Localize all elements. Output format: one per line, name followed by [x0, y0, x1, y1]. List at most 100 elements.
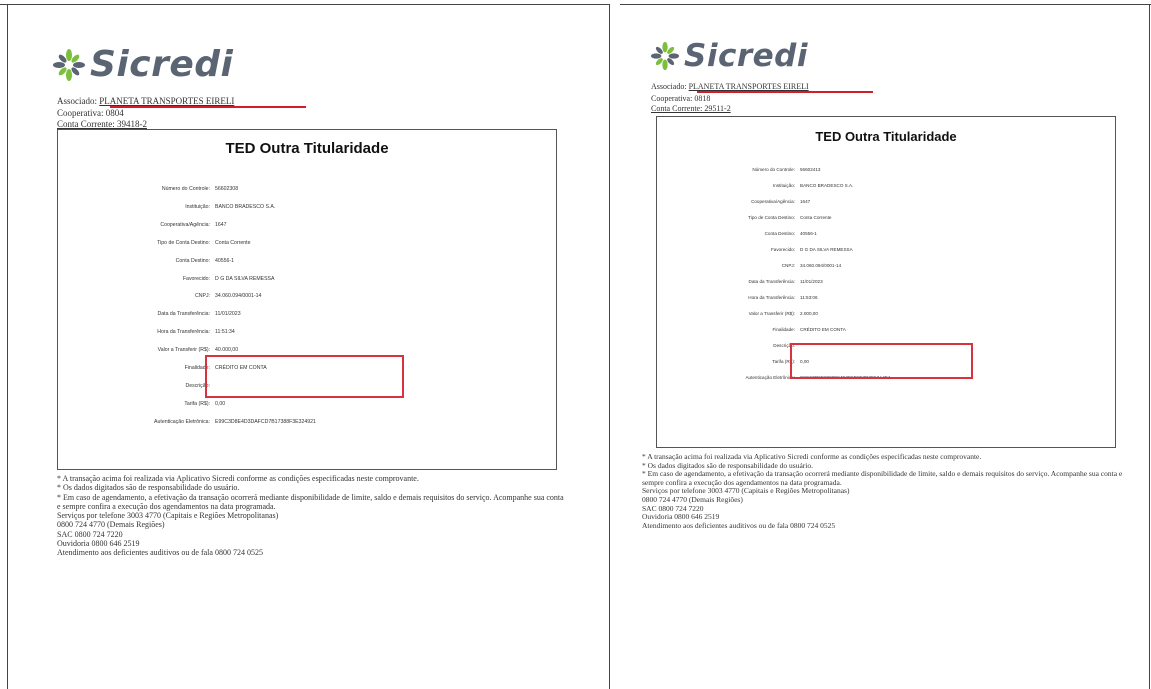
footer-line: * A transação acima foi realizada via Ap… [57, 474, 419, 483]
receipt-footer: * A transação acima foi realizada via Ap… [642, 452, 1132, 530]
receipt-row-value: CRÉDITO EM CONTA [800, 327, 846, 332]
receipt-document-1: Sicredi Associado: PLANETA TRANSPORTES E… [0, 0, 610, 689]
associado-value: PLANETA TRANSPORTES EIRELI [99, 96, 235, 106]
receipt-row-value: 1647 [800, 199, 811, 204]
receipt-row-value: 11:51:34 [215, 329, 235, 336]
receipt-row-value: BANCO BRADESCO S.A. [800, 183, 854, 188]
footer-line: * Em caso de agendamento, a efetivação d… [57, 492, 564, 511]
receipt-row-label: Favorecido: [182, 275, 210, 282]
receipt-row-value: 11:53:06 [800, 295, 818, 300]
receipt-row-value: 1647 [215, 221, 227, 228]
receipt-row: Favorecido: D G DA SILVA REMESSA [58, 276, 556, 286]
receipt-row: Cooperativa/Agência: 1647 [58, 222, 556, 232]
receipt-footer: * A transação acima foi realizada via Ap… [57, 474, 567, 558]
associado-label: Associado: [57, 96, 97, 106]
receipt-row: Hora da Transferência: 11:51:34 [58, 329, 556, 339]
receipt-row: CNPJ: 34.060.094/0001-14 [657, 263, 1115, 273]
receipt-row-value: Conta Corrente [215, 239, 251, 246]
receipt-row: Instituição: BANCO BRADESCO S.A. [58, 204, 556, 214]
receipt-row-label: Conta Destino: [764, 231, 795, 236]
receipt-row-label: Data da Transferência: [748, 279, 795, 284]
receipt-row: Autenticação Eletrônica: E99C3D8E4D3DAFCD… [58, 419, 556, 429]
footer-line: * Em caso de agendamento, a efetivação d… [642, 469, 1123, 487]
receipt-row-value: 40556-1 [800, 231, 817, 236]
value-highlight-box [205, 355, 404, 398]
receipt-row-label: Tarifa (R$): [184, 400, 210, 407]
receipt-row: Finalidade: CRÉDITO EM CONTA [657, 327, 1115, 337]
receipt-row-label: Conta Destino: [175, 257, 210, 264]
receipt-row: Valor a Transferir (R$): 2.000,00 [657, 311, 1115, 321]
associado-label: Associado: [651, 82, 687, 91]
receipt-row-value: 2.000,00 [800, 311, 818, 316]
sicredi-wordmark: Sicredi [90, 44, 234, 85]
receipt-row-label: Valor a Transferir (R$): [748, 311, 795, 316]
receipt-row: Número do Controle: 56602413 [657, 167, 1115, 177]
sicredi-flower-icon [650, 41, 680, 71]
receipt-row-label: Finalidade: [772, 327, 795, 332]
receipt-row: Tarifa (R$): 0,00 [58, 401, 556, 411]
cooperativa-line: Cooperativa: 0804 [57, 108, 124, 118]
receipt-row: Hora da Transferência: 11:53:06 [657, 295, 1115, 305]
receipt-row-value: 11/01/2023 [215, 311, 241, 318]
receipt-row-label: Cooperativa/Agência: [751, 199, 795, 204]
receipt-row-label: Tipo de Conta Destino: [748, 215, 795, 220]
conta-corrente-line: Conta Corrente: 29511-2 [651, 104, 731, 113]
receipt-box: TED Outra Titularidade Número do Control… [656, 116, 1116, 448]
receipt-row: Tipo de Conta Destino: Conta Corrente [657, 215, 1115, 225]
receipt-box: TED Outra Titularidade Número do Control… [57, 129, 557, 470]
value-highlight-box [790, 343, 973, 379]
receipt-row: Data da Transferência: 11/01/2023 [58, 311, 556, 321]
receipt-row-value: 0,00 [215, 400, 226, 407]
footer-line: Atendimento aos deficientes auditivos ou… [642, 520, 836, 530]
receipt-row-label: Data da Transferência: [157, 311, 210, 318]
receipt-row-label: Autenticação Eletrônica: [154, 418, 210, 425]
sicredi-logo: Sicredi [52, 44, 233, 85]
receipt-row-value: E99C3D8E4D3DAFCD7B17388F3E324921 [215, 418, 316, 425]
receipt-row-label: CNPJ: [195, 293, 210, 300]
footer-line: Atendimento aos deficientes auditivos ou… [57, 548, 263, 558]
receipt-row-value: Conta Corrente [800, 215, 832, 220]
receipt-row-value: 56602308 [215, 186, 239, 192]
receipt-row: Data da Transferência: 11/01/2023 [657, 279, 1115, 289]
receipt-row-label: CNPJ: [781, 263, 795, 268]
receipt-row-label: Tipo de Conta Destino: [157, 239, 210, 246]
receipt-row: Tipo de Conta Destino: Conta Corrente [58, 240, 556, 250]
footer-line: 0800 724 4770 (Demais Regiões) [642, 494, 743, 504]
receipt-row: Favorecido: D G DA SILVA REMESSA [657, 247, 1115, 257]
receipt-title: TED Outra Titularidade [815, 129, 957, 144]
receipt-row: Conta Destino: 40556-1 [657, 231, 1115, 241]
footer-line: Serviços por telefone 3003 4770 (Capitai… [57, 511, 279, 521]
sicredi-flower-icon [52, 48, 86, 82]
receipt-row-label: Autenticação Eletrônica: [745, 375, 795, 380]
receipt-row-label: Número do Controle: [752, 167, 795, 172]
footer-line: Ouvidoria 0800 646 2519 [57, 539, 140, 549]
receipt-row-value: 34.060.094/0001-14 [215, 293, 262, 300]
receipt-row: Cooperativa/Agência: 1647 [657, 199, 1115, 209]
receipt-row-value: 40.000,00 [215, 347, 239, 354]
receipt-row-value: BANCO BRADESCO S.A. [215, 203, 276, 210]
receipt-row-label: Instituição: [185, 203, 210, 210]
footer-line: * Os dados digitados são de responsabili… [57, 483, 240, 493]
sicredi-wordmark: Sicredi [684, 38, 808, 74]
footer-line: 0800 724 4770 (Demais Regiões) [57, 520, 165, 530]
receipt-row-label: Favorecido: [770, 247, 795, 252]
receipt-row-value: D G DA SILVA REMESSA [215, 275, 275, 282]
sicredi-logo: Sicredi [650, 38, 808, 74]
receipt-row-label: Hora da Transferência: [157, 329, 210, 336]
conta-corrente-line: Conta Corrente: 39418-2 [57, 119, 147, 129]
footer-line: SAC 0800 724 7220 [57, 529, 123, 539]
receipt-row-label: Valor a Transferir (R$): [157, 347, 210, 354]
associado-red-underline [110, 106, 306, 108]
receipt-row: CNPJ: 34.060.094/0001-14 [58, 293, 556, 303]
receipt-row: Instituição: BANCO BRADESCO S.A. [657, 183, 1115, 193]
receipt-row: Conta Destino: 40556-1 [58, 258, 556, 268]
associado-value: PLANETA TRANSPORTES EIRELI [688, 82, 809, 91]
receipt-row-value: D G DA SILVA REMESSA [800, 247, 853, 252]
receipt-row-label: Instituição: [773, 183, 795, 188]
associado-line: Associado: PLANETA TRANSPORTES EIRELI [651, 82, 809, 91]
receipt-row-label: Hora da Transferência: [748, 295, 795, 300]
receipt-row-value: 40556-1 [215, 257, 235, 264]
receipt-document-2: Sicredi Associado: PLANETA TRANSPORTES E… [620, 0, 1151, 689]
receipt-row-label: Cooperativa/Agência: [160, 221, 210, 228]
receipt-row: Número do Controle: 56602308 [58, 186, 556, 196]
